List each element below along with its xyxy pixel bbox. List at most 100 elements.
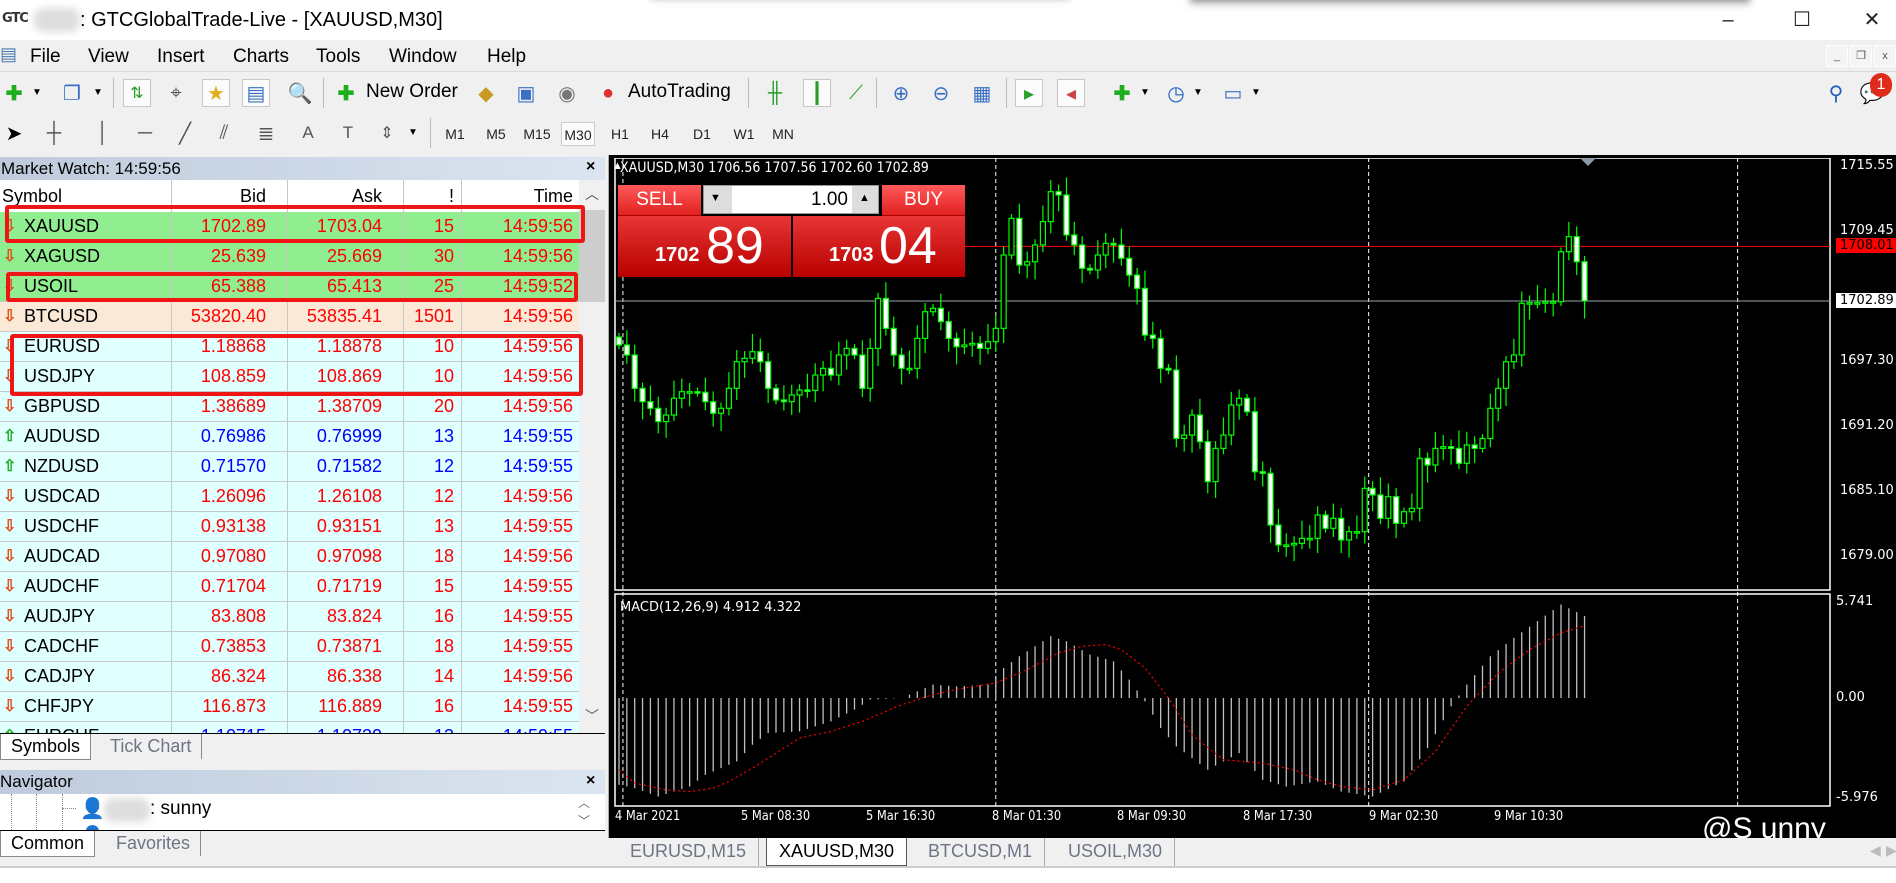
lot-size-stepper[interactable]: ▼ 1.00 ▲ [703,185,879,214]
chevron-down-icon[interactable]: ▼ [93,87,103,98]
column-header-spread[interactable]: ! [449,186,454,207]
tab-scroll-right-icon[interactable]: ▶ [1886,842,1896,859]
close-market-watch-button[interactable]: × [586,158,595,176]
cursor-icon[interactable]: ➤ [0,119,28,147]
trendline-icon[interactable]: ╱ [171,119,199,147]
navigator-icon[interactable]: ★ [202,79,230,107]
tab-tick-chart[interactable]: Tick Chart [100,734,203,759]
sell-price-button[interactable]: 1702 89 [618,216,791,277]
menu-charts[interactable]: Charts [233,46,289,68]
close-navigator-button[interactable]: × [586,772,595,790]
chart-collapse-icon[interactable]: ▲ [612,160,623,172]
timeframe-w1[interactable]: W1 [727,122,761,146]
line-chart-icon[interactable]: ⟋ [842,79,870,107]
account-item[interactable]: : sunny [150,798,211,820]
mdi-minimize-button[interactable]: _ [1826,45,1848,67]
maximize-button[interactable]: ☐ [1782,6,1822,34]
chart-tab-btcusd-m1[interactable]: BTCUSD,M1 [916,838,1046,866]
timeframe-h1[interactable]: H1 [603,122,637,146]
symbol-row-btcusd[interactable]: ⇩ BTCUSD 53820.40 53835.41 1501 14:59:56 [0,302,579,332]
symbol-row-gbpusd[interactable]: ⇩ GBPUSD 1.38689 1.38709 20 14:59:56 [0,392,579,422]
new-order-button[interactable]: New Order [366,81,458,103]
increase-lot-icon[interactable]: ▲ [859,192,870,204]
menu-window[interactable]: Window [389,46,457,68]
symbol-row-audcad[interactable]: ⇩ AUDCAD 0.97080 0.97098 18 14:59:56 [0,542,579,572]
horizontal-line-icon[interactable]: ─ [131,119,159,147]
menu-view[interactable]: View [88,46,129,68]
market-watch-icon[interactable]: ⇅ [123,79,151,107]
new-chart-icon[interactable]: ✚ [0,79,28,107]
symbol-row-cadjpy[interactable]: ⇩ CADJPY 86.324 86.338 14 14:59:56 [0,662,579,692]
menu-file[interactable]: File [30,46,61,68]
mdi-restore-button[interactable]: ❐ [1850,45,1872,67]
close-button[interactable]: ✕ [1852,6,1892,34]
tab-favorites[interactable]: Favorites [106,831,202,856]
zoom-out-icon[interactable]: ⊖ [927,79,955,107]
chevron-down-icon[interactable]: ▼ [1193,87,1203,98]
scroll-up-icon[interactable]: ︿ [585,184,599,204]
menu-insert[interactable]: Insert [157,46,205,68]
chevron-down-icon[interactable]: ▼ [32,87,42,98]
symbol-row-xagusd[interactable]: ⇩ XAGUSD 25.639 25.669 30 14:59:56 [0,242,579,272]
fibonacci-icon[interactable]: ≣ [252,119,280,147]
column-header-ask[interactable]: Ask [352,186,382,207]
crosshair-icon[interactable]: ┼ [40,119,68,147]
terminal-icon[interactable]: ▤ [242,79,270,107]
options-icon[interactable]: ▣ [512,79,540,107]
scroll-up-icon[interactable]: ︿ [578,794,590,811]
symbol-row-chfjpy[interactable]: ⇩ CHFJPY 116.873 116.889 16 14:59:55 [0,692,579,722]
chart-shift-marker[interactable] [1580,158,1596,166]
chevron-down-icon[interactable]: ▼ [1251,87,1261,98]
scroll-down-icon[interactable]: ﹀ [585,706,599,726]
chart-tab-xauusd-m30[interactable]: XAUUSD,M30 [766,838,908,866]
buy-price-button[interactable]: 1703 04 [793,216,965,277]
arrows-icon[interactable]: ⇕ [373,119,401,147]
chevron-down-icon[interactable]: ▼ [1140,87,1150,98]
chevron-down-icon[interactable]: ▼ [408,127,418,138]
new-order-icon[interactable]: ✚ [332,79,360,107]
equidistant-channel-icon[interactable]: ⫽ [210,119,238,147]
scroll-down-icon[interactable]: ﹀ [578,812,590,829]
signals-icon[interactable]: ◉ [553,79,581,107]
bar-chart-icon[interactable]: ╫ [761,79,789,107]
periods-clock-icon[interactable]: ◷ [1162,79,1190,107]
chart-tab-eurusd-m15[interactable]: EURUSD,M15 [618,838,760,866]
symbol-row-eurchf[interactable]: ⇧ EURCHF 1.10715 1.10730 13 14:59:55 [0,722,579,733]
timeframe-d1[interactable]: D1 [685,122,719,146]
decrease-lot-icon[interactable]: ▼ [710,192,721,204]
tab-symbols[interactable]: Symbols [0,734,92,760]
buy-button[interactable]: BUY [882,185,965,216]
timeframe-m15[interactable]: M15 [520,122,554,146]
vertical-line-icon[interactable]: │ [89,119,117,147]
autotrading-icon[interactable]: ● [594,79,622,107]
tile-windows-icon[interactable]: ▦ [968,79,996,107]
column-header-time[interactable]: Time [534,186,573,207]
sell-button[interactable]: SELL [618,185,701,216]
chart-shift-icon[interactable]: ◂ [1057,79,1085,107]
timeframe-m1[interactable]: M1 [438,122,472,146]
tab-common[interactable]: Common [0,831,96,857]
metaeditor-icon[interactable]: ◆ [472,79,500,107]
zoom-in-icon[interactable]: ⊕ [887,79,915,107]
market-watch-scrollbar[interactable]: ︿ ﹀ [579,180,605,733]
templates-icon[interactable]: ▭ [1219,79,1247,107]
notification-badge[interactable]: 1 [1870,73,1892,97]
column-header-symbol[interactable]: Symbol [2,186,62,207]
timeframe-h4[interactable]: H4 [643,122,677,146]
candlestick-chart-icon[interactable]: ┃ [803,79,831,107]
timeframe-m30[interactable]: M30 [561,122,595,146]
tab-scroll-left-icon[interactable]: ◀ [1870,842,1881,859]
chart-tab-usoil-m30[interactable]: USOIL,M30 [1056,838,1176,866]
symbol-row-cadchf[interactable]: ⇩ CADCHF 0.73853 0.73871 18 14:59:55 [0,632,579,662]
minimize-button[interactable]: – [1708,6,1748,34]
timeframe-mn[interactable]: MN [766,122,800,146]
indicators-icon[interactable]: ✚ [1108,79,1136,107]
menu-help[interactable]: Help [487,46,526,68]
text-label-icon[interactable]: T [334,119,362,147]
timeframe-m5[interactable]: M5 [479,122,513,146]
symbol-row-audusd[interactable]: ⇧ AUDUSD 0.76986 0.76999 13 14:59:55 [0,422,579,452]
lot-size-input[interactable]: 1.00 [732,186,852,213]
menu-tools[interactable]: Tools [316,46,360,68]
symbol-row-nzdusd[interactable]: ⇧ NZDUSD 0.71570 0.71582 12 14:59:55 [0,452,579,482]
column-header-bid[interactable]: Bid [240,186,266,207]
